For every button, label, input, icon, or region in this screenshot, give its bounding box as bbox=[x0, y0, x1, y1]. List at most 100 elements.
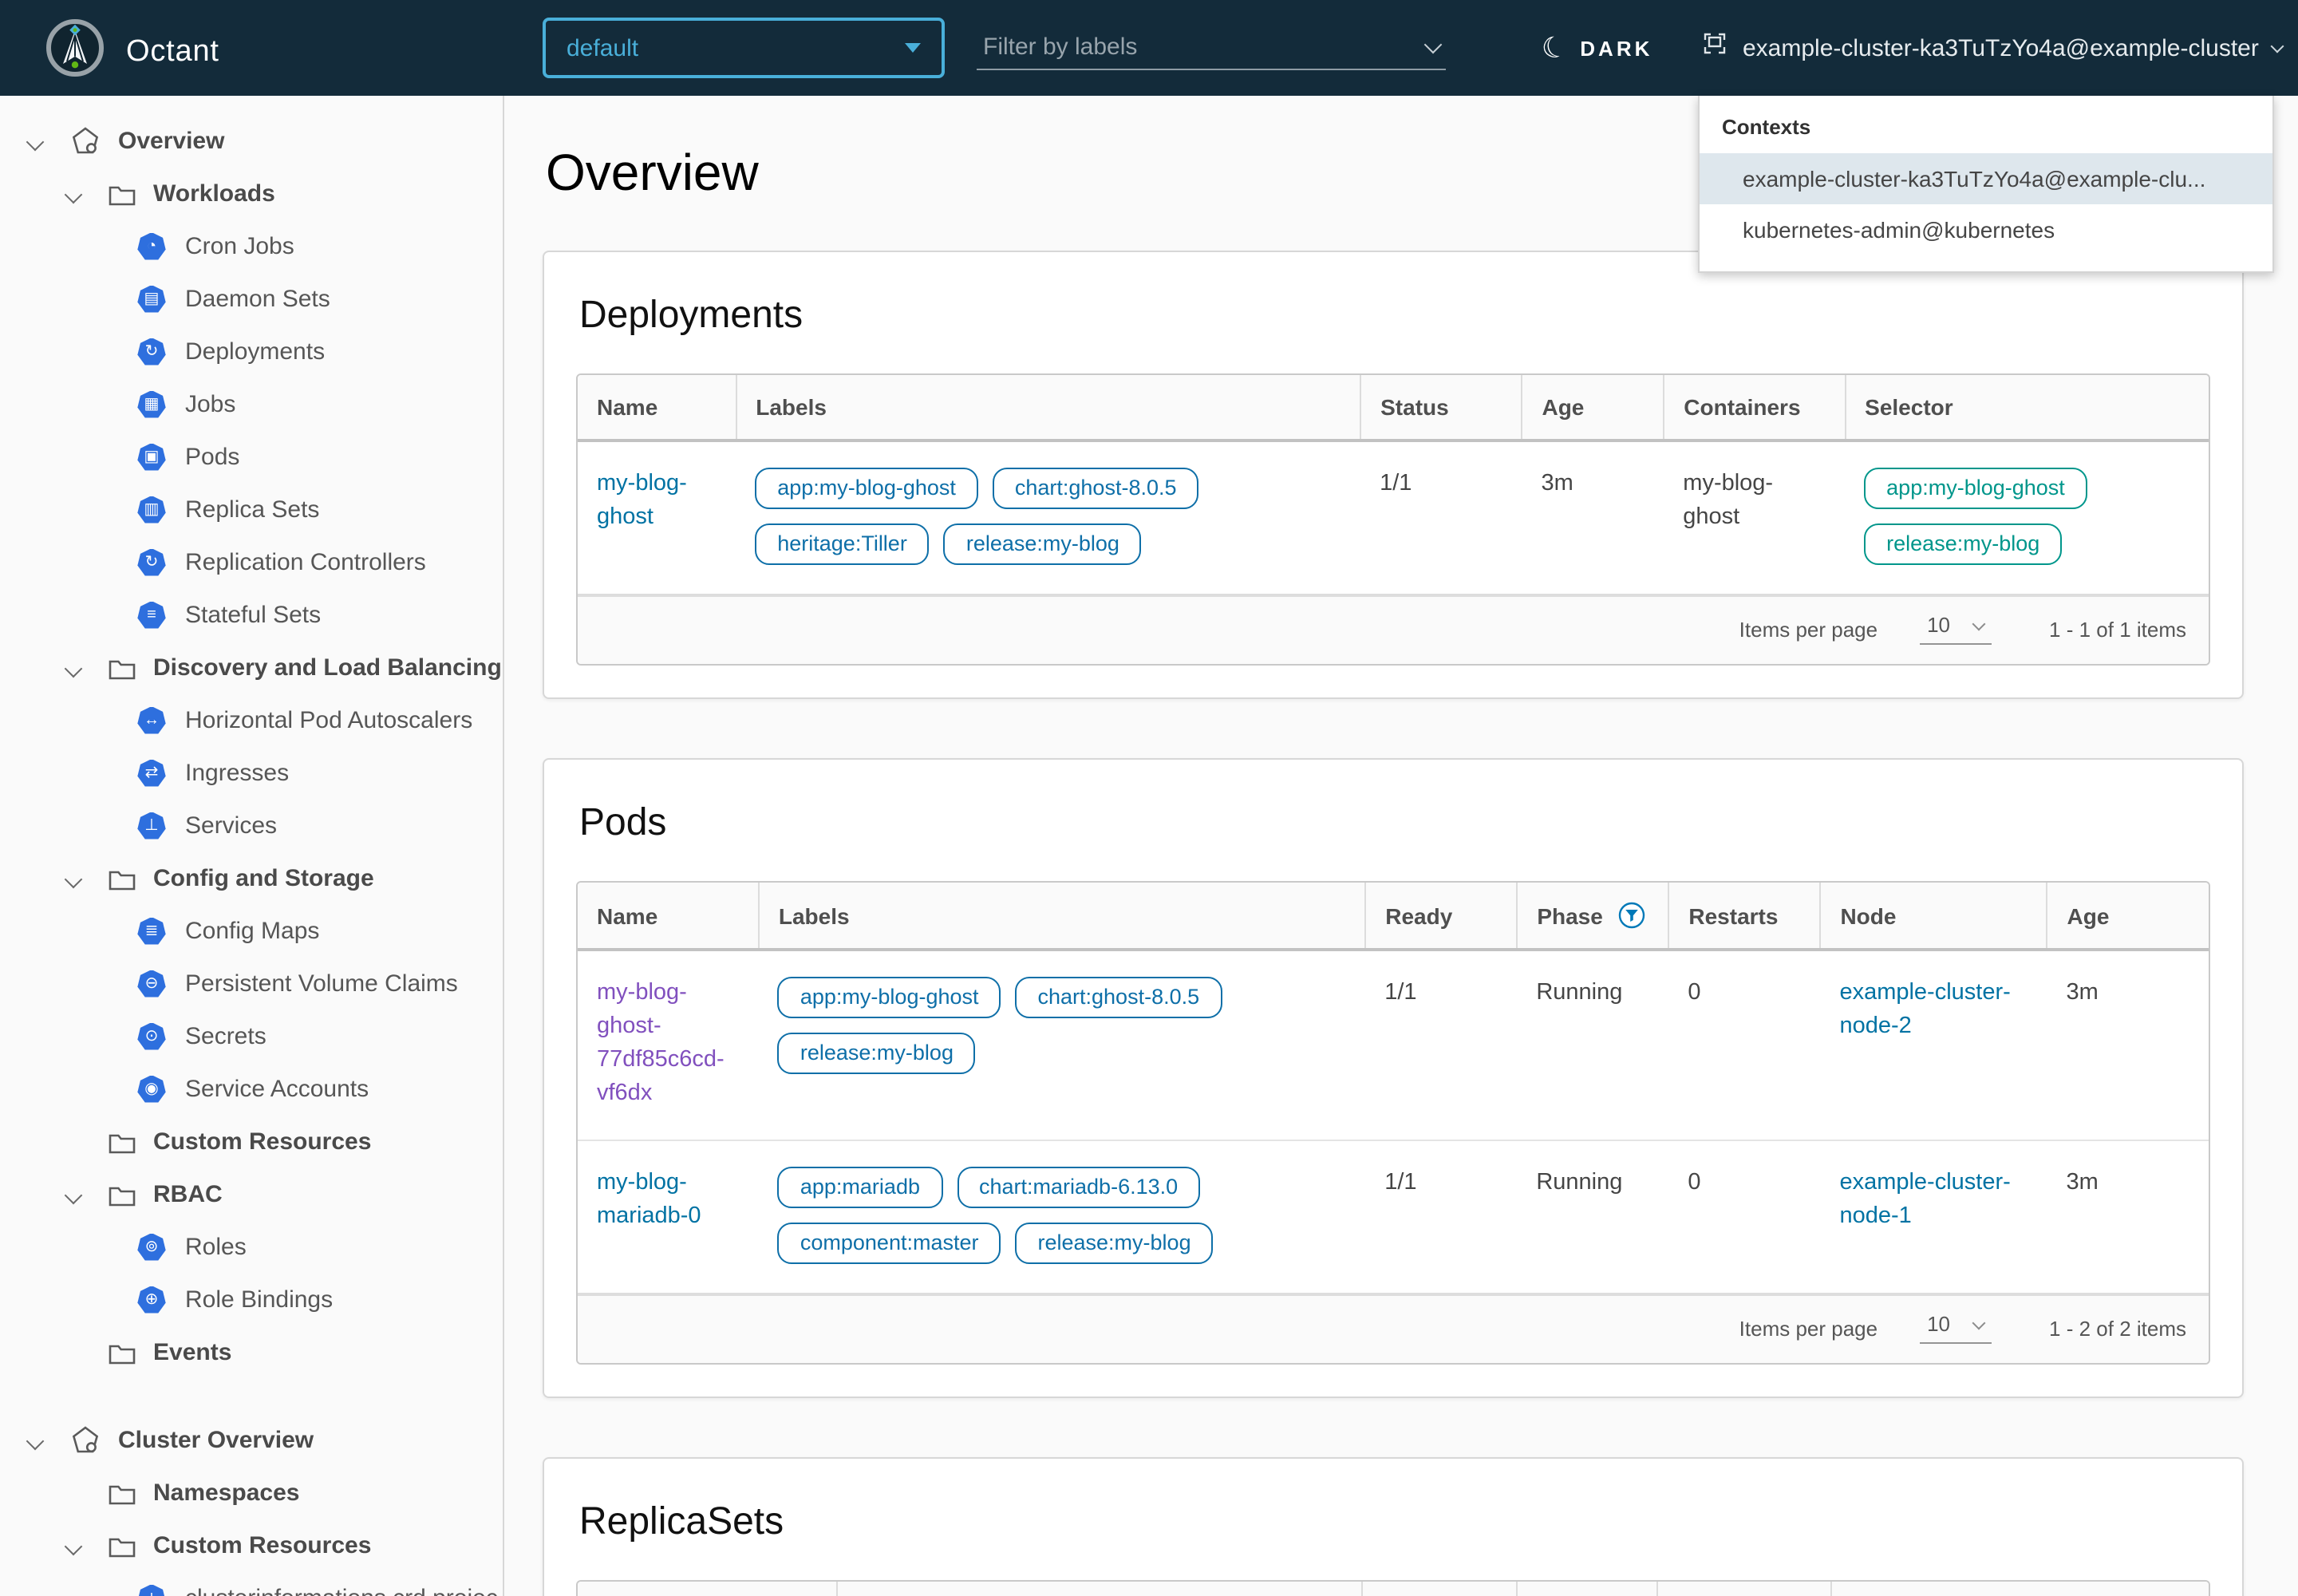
namespace-select[interactable]: default bbox=[543, 18, 945, 78]
resource-link[interactable]: example-cluster-node-1 bbox=[1839, 1170, 2010, 1229]
cell: app:mariadb chart:mariadb-6.13.0 component… bbox=[759, 1140, 1365, 1293]
label-chip[interactable]: app:mariadb bbox=[778, 1167, 942, 1208]
label-chip[interactable]: chart:ghost-8.0.5 bbox=[993, 468, 1199, 509]
column-header-label: Phase bbox=[1537, 903, 1603, 928]
sidebar-item-stateful-sets[interactable]: ≡Stateful Sets bbox=[0, 589, 503, 642]
sidebar-item-replication-controllers[interactable]: ↻Replication Controllers bbox=[0, 536, 503, 589]
contexts-dropdown: Contexts example-cluster-ka3TuTzYo4a@exa… bbox=[1698, 96, 2274, 273]
sidebar-item-discovery-and-load-balancing[interactable]: Discovery and Load Balancing bbox=[0, 642, 503, 694]
sidebar-item-label: Jobs bbox=[185, 391, 235, 418]
context-chooser[interactable]: example-cluster-ka3TuTzYo4a@example-clus… bbox=[1701, 0, 2283, 96]
label-chip[interactable]: heritage:Tiller bbox=[755, 523, 930, 565]
column-header-age: Age bbox=[1517, 1582, 1657, 1596]
resource-link[interactable]: example-cluster-node-2 bbox=[1839, 980, 2010, 1039]
context-option-selected[interactable]: example-cluster-ka3TuTzYo4a@example-clu.… bbox=[1700, 153, 2272, 204]
cell-text: 3m bbox=[2047, 1140, 2209, 1293]
resource-link[interactable]: my-blog-ghost bbox=[597, 471, 687, 530]
page-size-select[interactable]: 10 bbox=[1919, 1312, 1992, 1344]
sidebar-item-pods[interactable]: ▣Pods bbox=[0, 431, 503, 484]
page-size-select[interactable]: 10 bbox=[1919, 613, 1992, 645]
sidebar-item-config-maps[interactable]: ≣Config Maps bbox=[0, 905, 503, 958]
sidebar-item-rbac[interactable]: RBAC bbox=[0, 1168, 503, 1221]
page-size-value: 10 bbox=[1927, 613, 1950, 637]
cell-text: 1/1 bbox=[1365, 950, 1517, 1140]
statefulsets-icon: ≡ bbox=[137, 601, 166, 630]
sidebar-item-label: Secrets bbox=[185, 1023, 267, 1050]
sidebar-item-persistent-volume-claims[interactable]: ⊖Persistent Volume Claims bbox=[0, 958, 503, 1010]
sidebar-item-cron-jobs[interactable]: ◔Cron Jobs bbox=[0, 220, 503, 273]
sidebar-item-custom-resources[interactable]: Custom Resources bbox=[0, 1116, 503, 1168]
filter-icon[interactable] bbox=[1619, 902, 1646, 929]
label-chip[interactable]: chart:mariadb-6.13.0 bbox=[957, 1167, 1200, 1208]
sidebar-item-label: Cron Jobs bbox=[185, 233, 294, 260]
caret-down-icon bbox=[905, 43, 921, 53]
sidebar-item-label: Role Bindings bbox=[185, 1286, 333, 1314]
sidebar-item-config-and-storage[interactable]: Config and Storage bbox=[0, 852, 503, 905]
selector-chip[interactable]: release:my-blog bbox=[1864, 523, 2062, 565]
sidebar-item-service-accounts[interactable]: ◉Service Accounts bbox=[0, 1063, 503, 1116]
cell: example-cluster-node-2 bbox=[1820, 950, 2047, 1140]
chip-list: app:mariadb chart:mariadb-6.13.0 component… bbox=[778, 1167, 1346, 1264]
label-chip[interactable]: release:my-blog bbox=[944, 523, 1142, 565]
theme-toggle[interactable]: ☾ DARK bbox=[1542, 0, 1652, 96]
sidebar-item-label: clusterinformations.crd.projec bbox=[185, 1585, 498, 1596]
label-chip[interactable]: component:master bbox=[778, 1223, 1001, 1264]
resource-link[interactable]: my-blog-ghost-77df85c6cd-vf6dx bbox=[597, 980, 725, 1106]
label-chip[interactable]: release:my-blog bbox=[1016, 1223, 1214, 1264]
filter-labels-input[interactable]: Filter by labels bbox=[977, 26, 1446, 70]
replicationcontrollers-icon: ↻ bbox=[137, 548, 166, 577]
context-option[interactable]: kubernetes-admin@kubernetes bbox=[1700, 204, 2272, 255]
sidebar-item-jobs[interactable]: ▦Jobs bbox=[0, 378, 503, 431]
sidebar-item-namespaces[interactable]: Namespaces bbox=[0, 1467, 503, 1519]
card-replicasets: ReplicaSetsNameLabelsStatusAgeContainers… bbox=[543, 1457, 2244, 1596]
folder-icon bbox=[109, 657, 136, 679]
folder-icon bbox=[109, 1183, 136, 1206]
sidebar-item-overview[interactable]: Overview bbox=[0, 115, 503, 168]
datagrid-footer: Items per page101 - 2 of 2 items bbox=[578, 1293, 2209, 1363]
cell-text: 0 bbox=[1668, 1140, 1820, 1293]
sidebar-item-replica-sets[interactable]: ▥Replica Sets bbox=[0, 484, 503, 536]
sidebar-item-cluster-overview[interactable]: Cluster Overview bbox=[0, 1414, 503, 1467]
column-header-labels: Labels bbox=[759, 883, 1365, 950]
sidebar-item-events[interactable]: Events bbox=[0, 1326, 503, 1379]
column-header-label: Age bbox=[2067, 903, 2110, 928]
sidebar-item-secrets[interactable]: ⊙Secrets bbox=[0, 1010, 503, 1063]
theme-toggle-label: DARK bbox=[1580, 36, 1652, 60]
cell: example-cluster-node-1 bbox=[1820, 1140, 2047, 1293]
ingresses-icon: ⇄ bbox=[137, 759, 166, 788]
column-header-node: Node bbox=[1820, 883, 2047, 950]
sidebar-item-role-bindings[interactable]: ⊕Role Bindings bbox=[0, 1274, 503, 1326]
column-header-label: Containers bbox=[1684, 394, 1800, 420]
column-header-phase: Phase bbox=[1517, 883, 1668, 950]
label-chip[interactable]: release:my-blog bbox=[778, 1033, 976, 1074]
sidebar-item-roles[interactable]: ⊚Roles bbox=[0, 1221, 503, 1274]
column-header-labels: Labels bbox=[837, 1582, 1362, 1596]
sidebar-item-workloads[interactable]: Workloads bbox=[0, 168, 503, 220]
sidebar-item-label: Daemon Sets bbox=[185, 286, 330, 313]
sidebar-item-clusterinformations-crd-projec[interactable]: +clusterinformations.crd.projec bbox=[0, 1572, 503, 1596]
label-chip[interactable]: chart:ghost-8.0.5 bbox=[1016, 977, 1222, 1018]
label-chip[interactable]: app:my-blog-ghost bbox=[755, 468, 978, 509]
sidebar-item-label: Ingresses bbox=[185, 760, 289, 787]
column-header-label: Status bbox=[1380, 394, 1449, 420]
main-content: Overview DeploymentsNameLabelsStatusAgeC… bbox=[504, 96, 2298, 1596]
label-chip[interactable]: app:my-blog-ghost bbox=[778, 977, 1001, 1018]
card-pods: PodsNameLabelsReadyPhaseRestartsNodeAgem… bbox=[543, 758, 2244, 1398]
sidebar-item-ingresses[interactable]: ⇄ Ingresses bbox=[0, 747, 503, 800]
cell: my-blog-ghost bbox=[578, 440, 736, 594]
sidebar-item-daemon-sets[interactable]: ▤Daemon Sets bbox=[0, 273, 503, 326]
cell-text: Running bbox=[1517, 950, 1668, 1140]
sidebar-item-label: Horizontal Pod Autoscalers bbox=[185, 707, 472, 734]
sidebar-item-label: Workloads bbox=[153, 180, 275, 207]
card-title: Pods bbox=[579, 801, 2210, 846]
resource-link[interactable]: my-blog-mariadb-0 bbox=[597, 1170, 701, 1229]
sidebar-item-horizontal-pod-autoscalers[interactable]: ↔ Horizontal Pod Autoscalers bbox=[0, 694, 503, 747]
pvc-icon: ⊖ bbox=[137, 970, 166, 998]
sidebar-item-deployments[interactable]: ↻Deployments bbox=[0, 326, 503, 378]
column-header-status: Status bbox=[1362, 1582, 1517, 1596]
serviceaccounts-icon: ◉ bbox=[137, 1075, 166, 1104]
hpa-icon: ↔ bbox=[137, 706, 166, 735]
sidebar-item-custom-resources[interactable]: Custom Resources bbox=[0, 1519, 503, 1572]
selector-chip[interactable]: app:my-blog-ghost bbox=[1864, 468, 2087, 509]
sidebar-item-services[interactable]: ⊥Services bbox=[0, 800, 503, 852]
